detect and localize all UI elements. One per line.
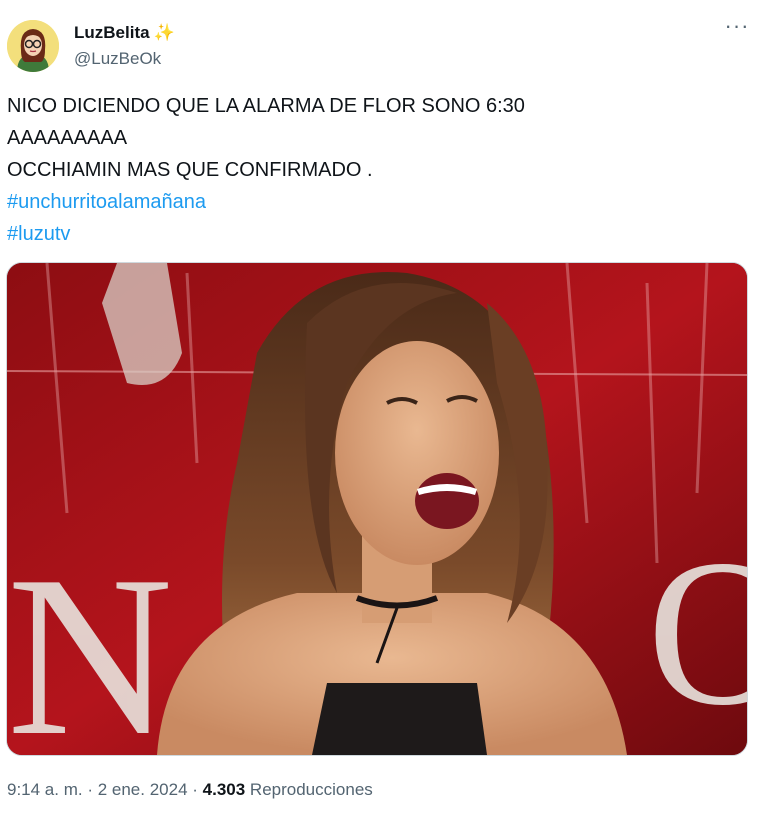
tweet-line: NICO DICIENDO QUE LA ALARMA DE FLOR SONO… [7,95,525,117]
svg-text:O: O [647,517,747,749]
meta-separator: · [82,780,98,799]
tweet-header: LuzBelita ✨ @LuzBeOk ··· [7,14,759,74]
tweet-meta: 9:14 a. m. · 2 ene. 2024 · 4.303 Reprodu… [7,780,373,800]
sparkles-icon: ✨ [153,23,175,42]
tweet-date[interactable]: 2 ene. 2024 [98,780,188,799]
display-name[interactable]: LuzBelita ✨ [74,22,175,44]
user-names: LuzBelita ✨ @LuzBeOk [74,22,175,70]
avatar[interactable] [7,20,59,72]
tweet-time[interactable]: 9:14 a. m. [7,780,83,799]
user-handle[interactable]: @LuzBeOk [74,48,175,70]
svg-text:N: N [7,528,173,755]
hashtag-link[interactable]: #unchurritoalamañana [7,186,747,218]
tweet-photo[interactable]: N O [6,262,748,756]
views-count: 4.303 [202,780,246,799]
display-name-text[interactable]: LuzBelita [74,22,150,44]
meta-separator: · [187,780,203,799]
tweet-line: AAAAAAAAA [7,127,128,149]
views-label: Reproducciones [249,780,373,799]
photo-illustration: N O [7,263,747,755]
cartoon-avatar-icon [7,20,59,72]
tweet-text: NICO DICIENDO QUE LA ALARMA DE FLOR SONO… [7,90,747,250]
more-options-icon[interactable]: ··· [723,15,751,42]
hashtag-link[interactable]: #luzutv [7,218,747,250]
tweet-line: OCCHIAMIN MAS QUE CONFIRMADO . [7,159,373,181]
